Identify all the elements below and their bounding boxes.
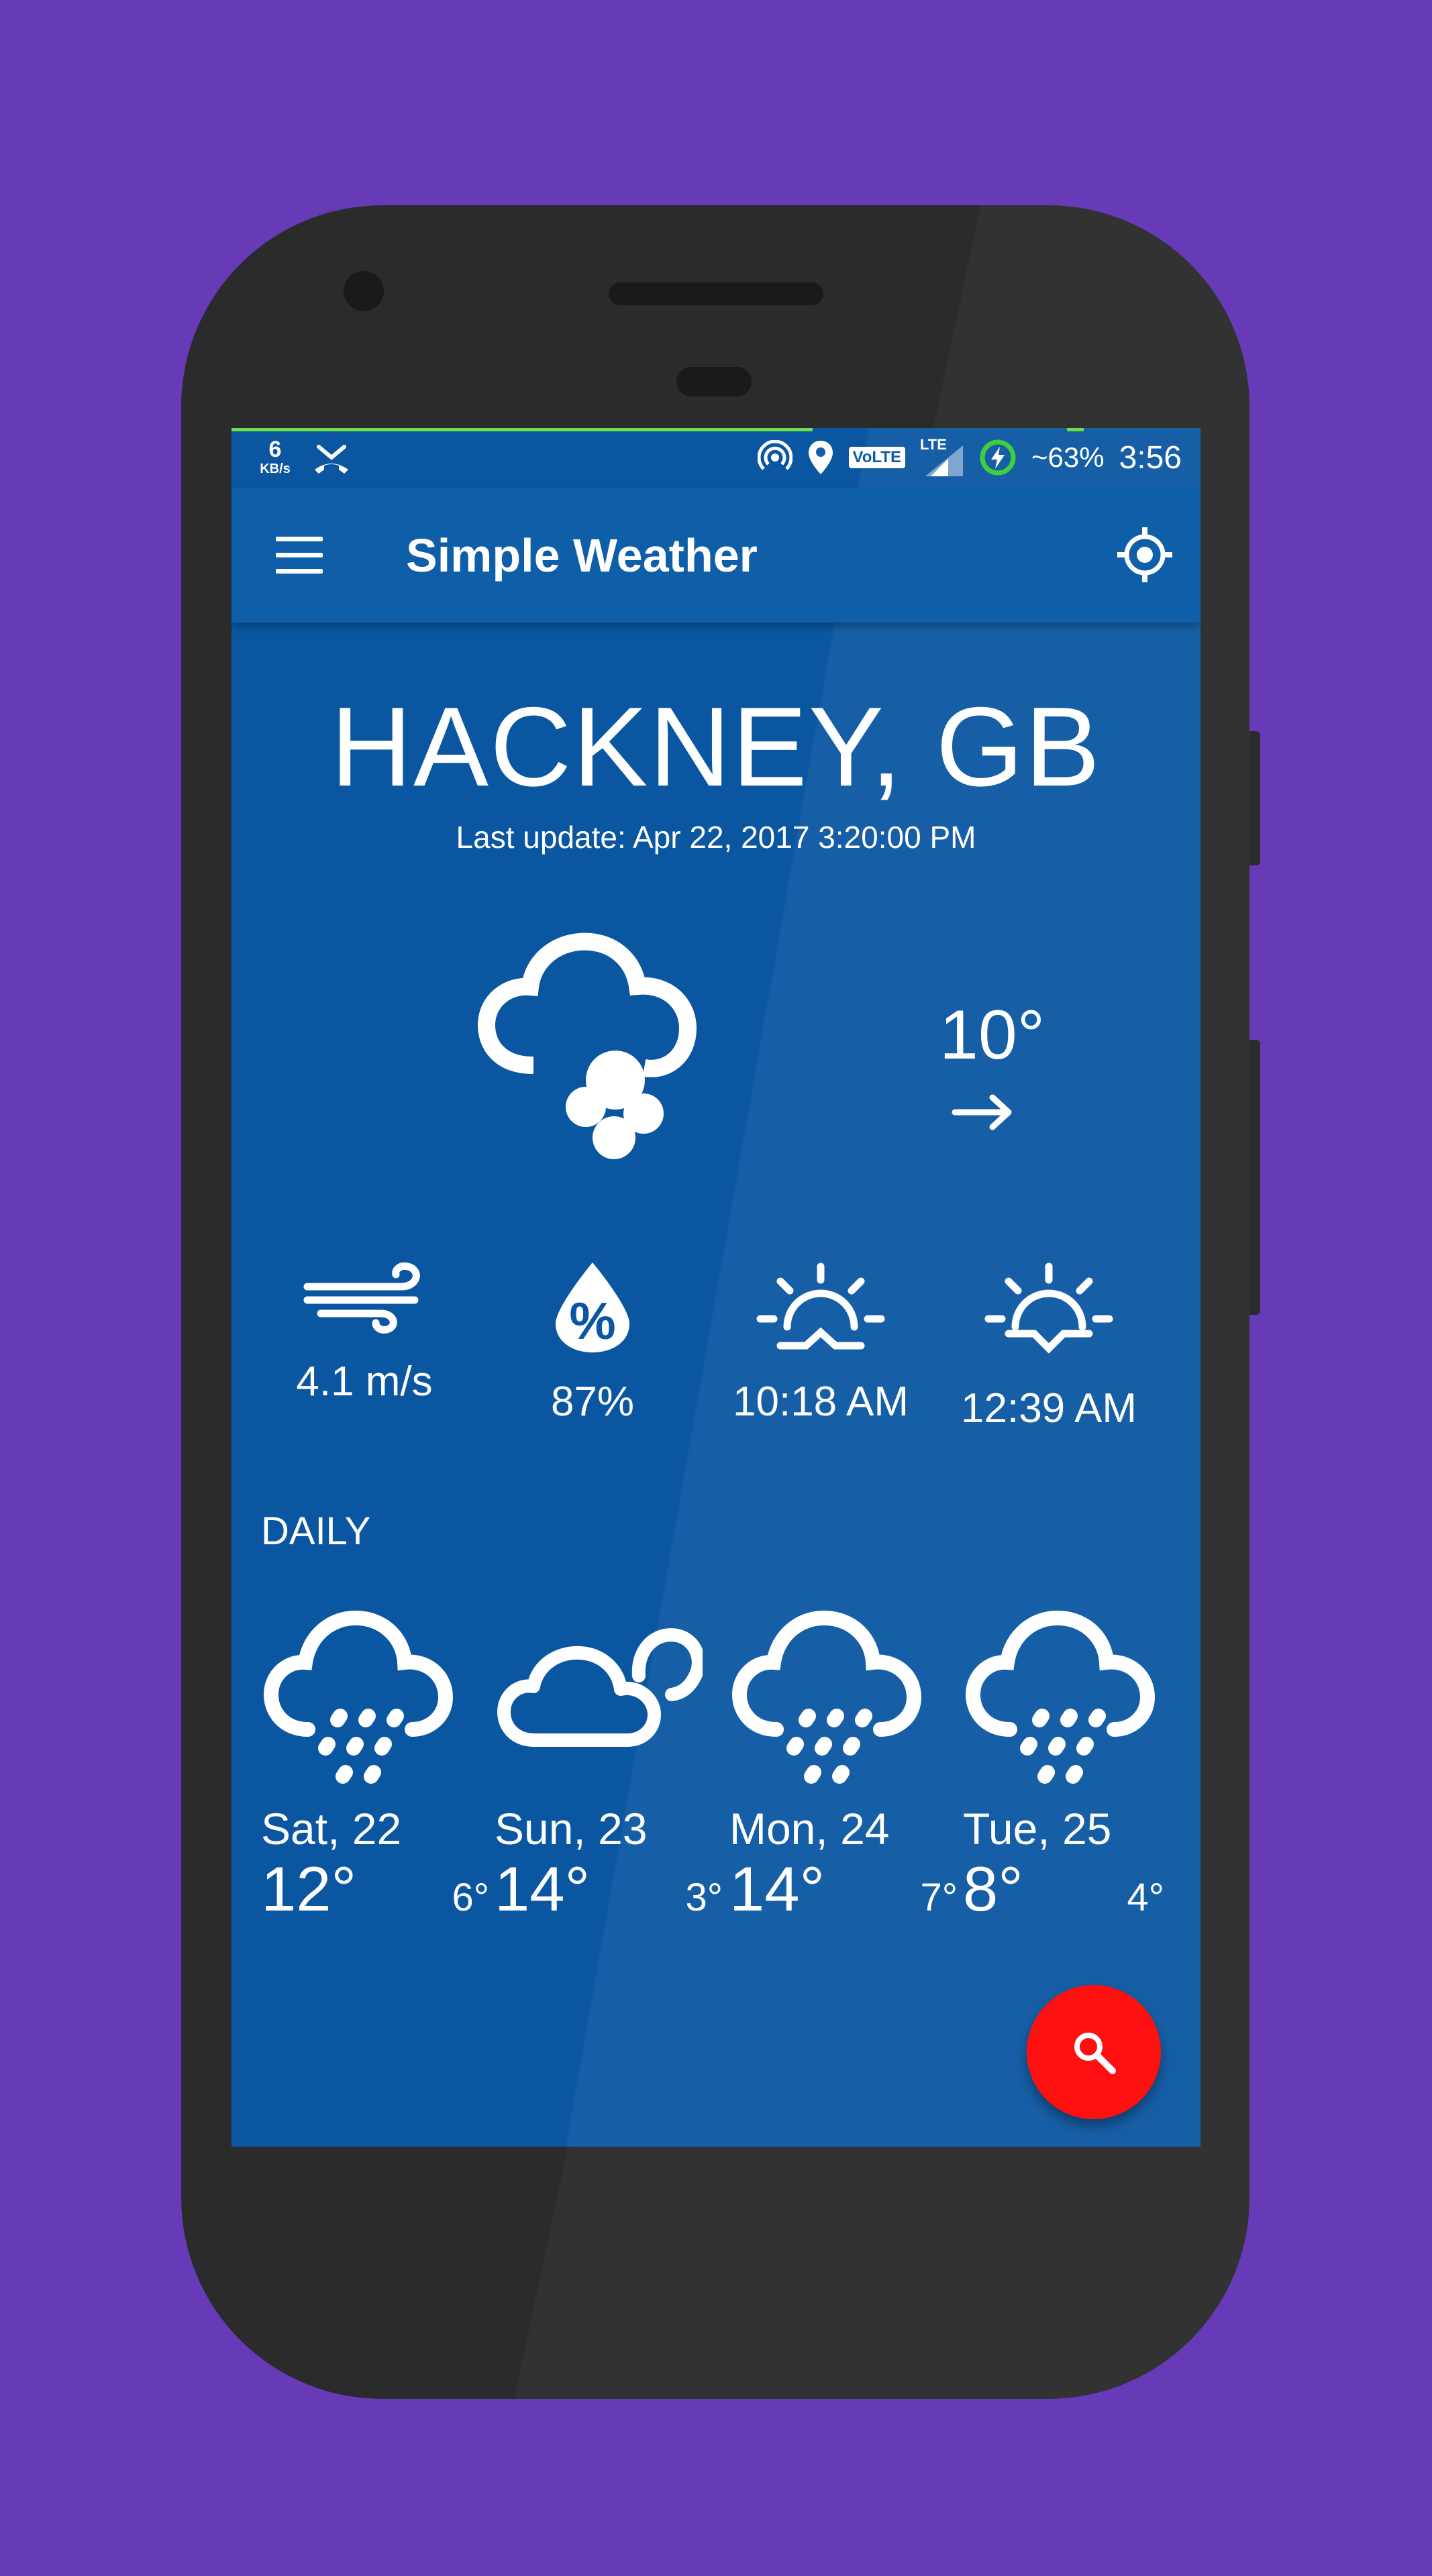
fog-cloud-icon — [477, 932, 697, 1159]
humidity-icon: % — [556, 1263, 629, 1352]
sunset-stat: 12:39 AM — [941, 1260, 1156, 1433]
day-high: 8° — [963, 1854, 1023, 1924]
day-low: 6° — [452, 1876, 489, 1919]
rain-icon — [263, 1610, 454, 1784]
daily-item[interactable]: Mon, 24 14° 7° — [729, 1609, 958, 1924]
day-high: 12° — [261, 1854, 357, 1924]
battery-percent: ~63% — [1031, 441, 1105, 473]
locate-icon[interactable] — [1116, 526, 1174, 584]
wind-speed: 4.1 m/s — [296, 1358, 433, 1405]
svg-text:%: % — [569, 1291, 615, 1350]
network-speed-value: 6 — [268, 437, 282, 462]
missed-call-icon — [315, 445, 348, 474]
download-progress-line-2 — [1067, 428, 1084, 431]
daily-item[interactable]: Tue, 25 8° 4° — [963, 1609, 1164, 1924]
signal-icon — [925, 445, 963, 476]
sunset-icon — [984, 1263, 1113, 1354]
proximity-sensor — [676, 367, 752, 396]
sunrise-icon — [756, 1263, 885, 1350]
status-bar: 6 KB/s VoLTE LTE ~63% 3:56 — [232, 428, 1200, 488]
rain-icon — [731, 1610, 922, 1784]
daily-section-title: DAILY — [261, 1509, 371, 1553]
clock: 3:56 — [1119, 439, 1182, 476]
day-name: Sun, 23 — [495, 1804, 648, 1854]
humidity-stat: % 87% — [485, 1260, 700, 1426]
location-pin-icon — [808, 441, 833, 474]
front-camera — [344, 271, 384, 311]
sunrise-stat: 10:18 AM — [713, 1260, 928, 1426]
daily-item[interactable]: Sat, 22 12° 6° — [261, 1609, 489, 1924]
menu-icon[interactable] — [276, 537, 323, 574]
current-temperature: 10° — [939, 996, 1045, 1074]
app-screen: 6 KB/s VoLTE LTE ~63% 3:56 Simple Weathe… — [232, 428, 1200, 2147]
status-icons: VoLTE LTE ~63% 3:56 — [757, 436, 1182, 479]
rain-icon — [965, 1610, 1156, 1784]
day-low: 7° — [920, 1876, 958, 1919]
sunset-time: 12:39 AM — [961, 1385, 1137, 1432]
search-button[interactable] — [1027, 1985, 1161, 2119]
hotspot-icon — [757, 440, 792, 470]
day-temps: 14° 3° — [495, 1854, 723, 1924]
app-title: Simple Weather — [406, 529, 758, 582]
day-name: Sat, 22 — [261, 1804, 402, 1854]
volte-badge: VoLTE — [848, 447, 905, 468]
day-low: 3° — [685, 1876, 723, 1919]
day-temps: 14° 7° — [729, 1854, 958, 1924]
day-high: 14° — [495, 1854, 591, 1924]
app-toolbar: Simple Weather — [232, 488, 1200, 623]
lte-signal: LTE — [920, 436, 964, 476]
network-speed-unit: KB/s — [260, 462, 291, 476]
download-progress-line — [232, 428, 813, 431]
day-temps: 8° 4° — [963, 1854, 1164, 1924]
sunrise-time: 10:18 AM — [733, 1379, 909, 1425]
day-high: 14° — [729, 1854, 825, 1924]
daily-item[interactable]: Sun, 23 14° 3° — [495, 1609, 723, 1924]
city-name: HACKNEY, GB — [330, 684, 1102, 810]
network-speed: 6 KB/s — [252, 437, 299, 476]
battery-charging-icon — [980, 439, 1016, 476]
humidity-value: 87% — [550, 1379, 635, 1425]
wind-stat: 4.1 m/s — [257, 1260, 472, 1406]
wind-icon — [303, 1262, 420, 1334]
last-update-text: Last update: Apr 22, 2017 3:20:00 PM — [456, 820, 976, 855]
search-icon — [1074, 2033, 1116, 2074]
day-name: Tue, 25 — [963, 1804, 1112, 1854]
arrow-right-icon — [952, 1094, 1012, 1130]
cloudy-icon — [497, 1628, 703, 1747]
day-low: 4° — [1127, 1876, 1164, 1919]
earpiece-speaker — [609, 282, 823, 305]
day-temps: 12° 6° — [261, 1854, 489, 1924]
day-name: Mon, 24 — [729, 1804, 890, 1854]
